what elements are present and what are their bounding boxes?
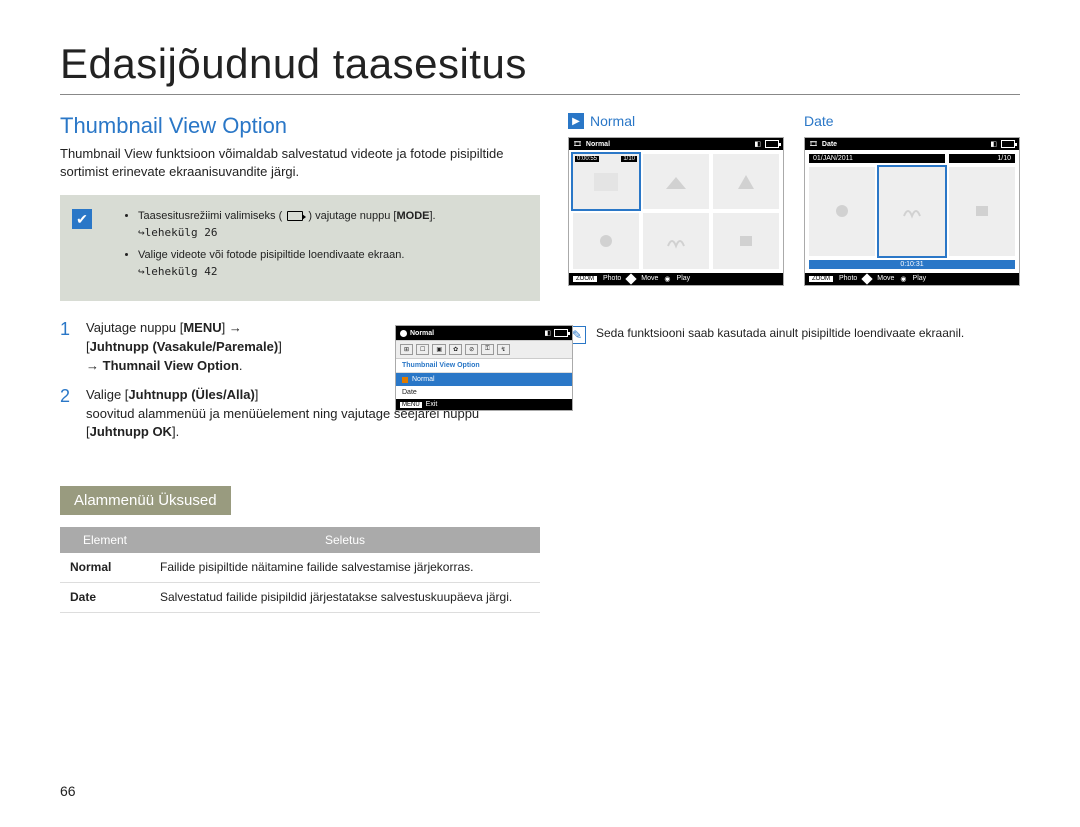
thumbnail[interactable]	[713, 154, 779, 209]
intro-text: Thumbnail View funktsioon võimaldab salv…	[60, 145, 540, 181]
table-header-element: Element	[60, 527, 150, 553]
footnote-text: Seda funktsiooni saab kasutada ainult pi…	[596, 326, 964, 340]
film-icon: 🎞	[809, 140, 818, 148]
signal-icon: ◧	[990, 140, 997, 148]
time-row: 0:10:31	[809, 260, 1015, 269]
tab-icon[interactable]: ⊘	[465, 344, 478, 355]
check-icon: ✔	[72, 209, 92, 229]
lcd-top-label: Date	[822, 141, 837, 148]
footer-move: Move	[641, 275, 658, 282]
signal-icon: ◧	[754, 140, 761, 148]
note-item-1: Taasesitusrežiimi valimiseks ( ) vajutag…	[138, 209, 524, 242]
footer-photo: Photo	[839, 275, 857, 282]
lcd-top-label: Normal	[586, 141, 610, 148]
menu-item-normal[interactable]: Normal	[396, 373, 572, 386]
date-label: 01/JAN/2011	[813, 155, 853, 162]
note-box: ✔ Taasesitusrežiimi valimiseks ( ) vajut…	[60, 195, 540, 301]
menu-tag[interactable]: MENU	[400, 402, 422, 408]
submenu-table: Element Seletus Normal Failide pisipilti…	[60, 527, 540, 613]
dpad-icon	[862, 273, 873, 284]
step-number: 1	[60, 319, 76, 376]
page-title: Edasijõudnud taasesitus	[60, 40, 1020, 88]
exit-label: Exit	[426, 401, 438, 408]
tab-icon[interactable]: ☐	[416, 344, 429, 355]
play-icon: ▶	[568, 113, 584, 129]
footer-play: Play	[913, 275, 927, 282]
table-row: Date Salvestatud failide pisipildid järj…	[60, 582, 540, 612]
subsection-title: Alammenüü Üksused	[60, 486, 231, 515]
note-item-2: Valige videote või fotode pisipiltide lo…	[138, 248, 524, 281]
ms-header: Thumbnail View Option	[396, 359, 572, 373]
page-number: 66	[60, 783, 76, 799]
tab-icon[interactable]: ✿	[449, 344, 462, 355]
thumbnail[interactable]	[643, 154, 709, 209]
rec-icon	[400, 330, 407, 337]
table-row: Normal Failide pisipiltide näitamine fai…	[60, 553, 540, 582]
bullet-icon	[402, 377, 408, 383]
footnote: ✎ Seda funktsiooni saab kasutada ainult …	[568, 326, 1020, 344]
section-title: Thumbnail View Option	[60, 113, 540, 139]
thumbnail[interactable]	[949, 167, 1015, 256]
ms-title: Normal	[410, 330, 434, 337]
thumbnail[interactable]	[713, 213, 779, 268]
footer-move: Move	[877, 275, 894, 282]
tab-icon[interactable]: ↯	[497, 344, 510, 355]
page-link: ↪lehekülg 26	[138, 226, 217, 239]
tab-icon[interactable]: ▣	[432, 344, 446, 355]
thumbnail[interactable]	[879, 167, 945, 256]
mode-icon	[287, 211, 303, 221]
page-link: ↪lehekülg 42	[138, 265, 217, 278]
battery-icon	[554, 329, 568, 337]
menu-item-date[interactable]: Date	[396, 386, 572, 399]
step-number: 2	[60, 386, 76, 443]
play-dot-icon: ◉	[664, 275, 670, 283]
screen-date: Date 🎞 Date ◧ 01/JAN/2011	[804, 113, 1020, 286]
dpad-icon	[626, 273, 637, 284]
tab-icon[interactable]: ⊞	[400, 344, 413, 355]
screen-label-normal: Normal	[590, 113, 635, 129]
count-label: 1/10	[997, 155, 1011, 162]
thumbnail[interactable]: 0:00:55 1/10	[573, 154, 639, 209]
thumbnail[interactable]	[573, 213, 639, 268]
menu-screenshot: Normal ◧ ⊞ ☐ ▣ ✿ ⊘ ⚿ ↯ Thumbnail View Op…	[395, 325, 573, 411]
table-header-desc: Seletus	[150, 527, 540, 553]
thumbnail[interactable]	[809, 167, 875, 256]
battery-icon	[765, 140, 779, 148]
sd-icon: ◧	[544, 329, 551, 337]
divider	[60, 94, 1020, 95]
thumbnail[interactable]	[643, 213, 709, 268]
zoom-button[interactable]: ZOOM	[809, 276, 833, 282]
tab-icon[interactable]: ⚿	[481, 344, 494, 355]
footer-play: Play	[677, 275, 691, 282]
screen-normal: ▶ Normal 🎞 Normal ◧ 0:00:55 1/10	[568, 113, 784, 286]
film-icon: 🎞	[573, 140, 582, 148]
zoom-button[interactable]: ZOOM	[573, 276, 597, 282]
battery-icon	[1001, 140, 1015, 148]
screen-label-date: Date	[804, 113, 834, 129]
footer-photo: Photo	[603, 275, 621, 282]
right-column: ▶ Normal 🎞 Normal ◧ 0:00:55 1/10	[568, 113, 1020, 613]
play-dot-icon: ◉	[900, 275, 906, 283]
